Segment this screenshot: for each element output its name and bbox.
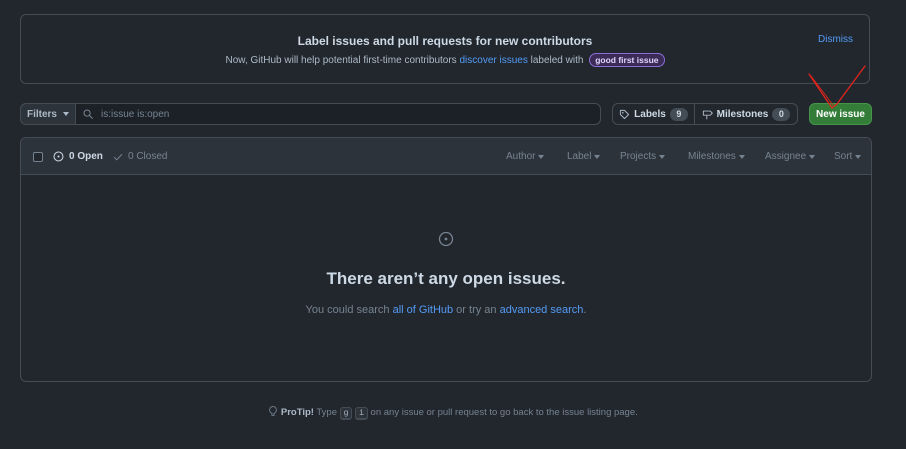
chevron-down-icon xyxy=(659,154,666,159)
check-icon xyxy=(113,153,123,160)
contributor-banner: Label issues and pull requests for new c… xyxy=(20,14,870,84)
blankslate-text: You could search all of GitHub or try an… xyxy=(21,304,871,316)
key-i: i xyxy=(355,407,368,420)
labels-label: Labels xyxy=(634,108,666,120)
issue-search[interactable] xyxy=(75,103,601,125)
milestone-icon xyxy=(702,110,713,119)
protip-label: ProTip! xyxy=(280,407,314,418)
blankslate-text-1: You could search xyxy=(305,304,393,316)
author-filter[interactable]: Author xyxy=(506,151,545,162)
milestones-count: 0 xyxy=(772,107,791,121)
banner-text-before: Now, GitHub will help potential first-ti… xyxy=(225,55,460,66)
label-filter[interactable]: Label xyxy=(567,151,601,162)
closed-count-label: 0 Closed xyxy=(128,151,168,162)
search-input[interactable] xyxy=(99,107,583,121)
labels-button[interactable]: Labels 9 xyxy=(612,103,695,125)
issues-list: 0 Open 0 Closed Author Label Projects Mi… xyxy=(20,137,872,382)
banner-text-after: labeled with xyxy=(527,55,584,66)
advanced-search-link[interactable]: advanced search xyxy=(500,304,584,316)
issue-opened-icon xyxy=(438,231,454,247)
blankslate-text-3: . xyxy=(583,304,587,316)
discover-issues-link[interactable]: discover issues xyxy=(459,55,527,66)
select-all-checkbox[interactable] xyxy=(33,152,43,162)
projects-filter[interactable]: Projects xyxy=(620,151,666,162)
issue-opened-icon xyxy=(53,151,64,162)
blankslate-icon-wrap xyxy=(21,231,871,252)
chevron-down-icon xyxy=(809,154,816,159)
filters-label: Filters xyxy=(26,108,57,120)
closed-issues-tab[interactable]: 0 Closed xyxy=(113,151,167,162)
labels-count: 9 xyxy=(669,107,688,121)
milestones-label: Milestones xyxy=(716,108,769,120)
filters-button[interactable]: Filters xyxy=(20,103,76,125)
sort-filter-label: Sort xyxy=(834,151,853,162)
light-bulb-icon xyxy=(269,406,277,416)
chevron-down-icon xyxy=(855,154,862,159)
protip-text-1: Type xyxy=(313,407,340,418)
open-count-label: 0 Open xyxy=(69,151,103,162)
assignee-filter-label: Assignee xyxy=(765,151,807,162)
new-issue-button[interactable]: New issue xyxy=(809,103,872,125)
milestones-button[interactable]: Milestones 0 xyxy=(694,103,798,125)
search-icon xyxy=(83,109,93,119)
dismiss-button[interactable]: Dismiss xyxy=(818,34,853,45)
chevron-down-icon xyxy=(594,154,601,159)
banner-subtitle: Now, GitHub will help potential first-ti… xyxy=(21,53,869,67)
label-filter-label: Label xyxy=(567,151,592,162)
tag-icon xyxy=(620,109,630,119)
blankslate-title: There aren’t any open issues. xyxy=(326,269,566,288)
issues-list-header: 0 Open 0 Closed Author Label Projects Mi… xyxy=(21,138,871,175)
protip: ProTip! Type g i on any issue or pull re… xyxy=(0,406,906,420)
good-first-issue-label[interactable]: good first issue xyxy=(589,53,665,67)
protip-text-2: on any issue or pull request to go back … xyxy=(367,407,638,418)
milestones-filter-label: Milestones xyxy=(688,151,736,162)
key-g: g xyxy=(339,407,353,420)
sort-filter[interactable]: Sort xyxy=(834,151,862,162)
all-of-github-link[interactable]: all of GitHub xyxy=(393,304,454,316)
banner-title: Label issues and pull requests for new c… xyxy=(297,34,593,48)
author-filter-label: Author xyxy=(506,151,536,162)
chevron-down-icon xyxy=(538,154,545,159)
projects-filter-label: Projects xyxy=(620,151,657,162)
open-issues-tab[interactable]: 0 Open xyxy=(53,151,103,162)
chevron-down-icon xyxy=(738,154,745,159)
blankslate-text-2: or try an xyxy=(453,304,500,316)
chevron-down-icon xyxy=(63,112,69,116)
assignee-filter[interactable]: Assignee xyxy=(765,151,816,162)
milestones-filter[interactable]: Milestones xyxy=(688,151,745,162)
